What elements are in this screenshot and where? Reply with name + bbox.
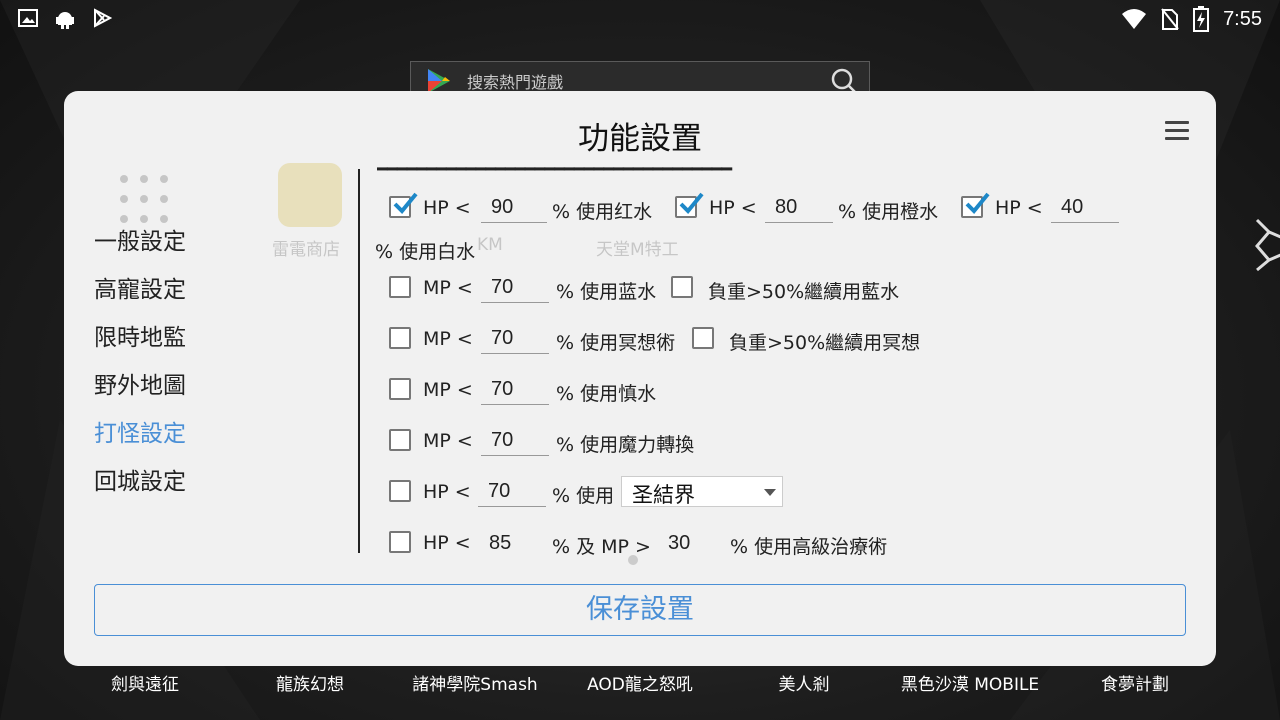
greater-heal-hp-value[interactable]: 85 bbox=[489, 532, 511, 555]
blue-potion-checkbox[interactable] bbox=[389, 276, 411, 298]
floating-handle-icon[interactable] bbox=[1255, 218, 1280, 272]
ghost-store-icon bbox=[278, 163, 342, 227]
dock-app-label: AOD龍之怒吼 bbox=[587, 675, 693, 695]
dock-app-label: 黑色沙漠 MOBILE bbox=[900, 675, 1040, 695]
nav-item-general[interactable]: 一般設定 bbox=[94, 221, 186, 269]
mana-convert-checkbox[interactable] bbox=[389, 429, 411, 451]
mana-convert-label: % 使用魔力轉換 bbox=[556, 434, 695, 456]
blue-potion-overweight-label: 負重>50%繼續用藍水 bbox=[708, 281, 900, 303]
meditation-overweight-label: 負重>50%繼續用冥想 bbox=[729, 332, 921, 354]
page-indicator-dot bbox=[628, 555, 638, 565]
hp-label: HP < bbox=[423, 532, 471, 554]
ghost-app-label: 雷電商店 bbox=[272, 240, 340, 260]
greater-heal-checkbox[interactable] bbox=[389, 531, 411, 553]
caution-potion-mp-input[interactable] bbox=[481, 375, 549, 405]
android-icon bbox=[56, 12, 74, 29]
skill-dropdown-value: 圣結界 bbox=[632, 483, 695, 507]
checkmark-icon bbox=[965, 192, 990, 214]
dock-app-label: 諸神學院Smash bbox=[412, 675, 538, 695]
greater-heal-label: % 使用高級治療術 bbox=[730, 536, 888, 558]
dock-app-label: 食夢計劃 bbox=[1101, 675, 1169, 695]
hamburger-menu-icon[interactable] bbox=[1165, 121, 1189, 141]
skill-hp-input[interactable] bbox=[478, 477, 546, 507]
use-label: % 使用 bbox=[552, 485, 615, 507]
and-mp-label: % 及 MP > bbox=[552, 536, 651, 558]
red-potion-hp-input[interactable] bbox=[481, 193, 547, 223]
meditation-overweight-checkbox[interactable] bbox=[692, 327, 714, 349]
settings-nav: 一般設定 高寵設定 限時地監 野外地圖 打怪設定 回城設定 bbox=[94, 221, 186, 509]
mp-label: MP < bbox=[423, 430, 473, 452]
dropdown-arrow-icon bbox=[764, 489, 776, 496]
mp-label: MP < bbox=[423, 379, 473, 401]
nav-divider bbox=[358, 169, 360, 553]
ghost-app-label: KM bbox=[477, 235, 503, 255]
hp-label: HP < bbox=[709, 197, 757, 219]
hp-label: HP < bbox=[423, 481, 471, 503]
blue-potion-mp-input[interactable] bbox=[481, 273, 549, 303]
red-potion-label: % 使用红水 bbox=[552, 201, 653, 223]
meditation-label: % 使用冥想術 bbox=[556, 332, 676, 354]
orange-potion-hp-input[interactable] bbox=[765, 193, 833, 223]
white-potion-hp-input[interactable] bbox=[1051, 193, 1119, 223]
settings-dialog: 雷電商店 KM 天堂M特工 功能設置 一般設定 高寵設定 限時地監 野外地圖 打… bbox=[64, 91, 1216, 666]
white-potion-label: % 使用白水 bbox=[375, 241, 476, 263]
checkmark-icon bbox=[393, 192, 418, 214]
orange-potion-checkbox[interactable] bbox=[675, 192, 704, 218]
section-separator: ━━━━━━━━━━━━━━━━━━━━━━━━━━━━━━━━━━━━ bbox=[377, 164, 732, 176]
status-bar: 7:55 bbox=[0, 0, 1280, 38]
red-potion-checkbox[interactable] bbox=[389, 192, 418, 218]
blue-potion-overweight-checkbox[interactable] bbox=[671, 276, 693, 298]
caution-potion-checkbox[interactable] bbox=[389, 378, 411, 400]
blue-potion-label: % 使用蓝水 bbox=[556, 281, 657, 303]
mp-label: MP < bbox=[423, 328, 473, 350]
play-store-icon bbox=[94, 8, 112, 28]
mana-convert-mp-input[interactable] bbox=[481, 426, 549, 456]
save-settings-button[interactable]: 保存設置 bbox=[94, 584, 1186, 636]
white-potion-checkbox[interactable] bbox=[961, 192, 990, 218]
orange-potion-label: % 使用橙水 bbox=[838, 201, 939, 223]
dialog-title: 功能設置 bbox=[578, 121, 702, 156]
checkmark-icon bbox=[679, 192, 704, 214]
dock-app-label: 龍族幻想 bbox=[276, 675, 344, 695]
hp-label: HP < bbox=[995, 197, 1043, 219]
meditation-mp-input[interactable] bbox=[481, 324, 549, 354]
nav-item-pet[interactable]: 高寵設定 bbox=[94, 269, 186, 317]
wifi-icon bbox=[1122, 9, 1147, 29]
gallery-icon bbox=[18, 9, 38, 27]
greater-heal-mp-value[interactable]: 30 bbox=[668, 532, 690, 555]
ghost-app-label: 天堂M特工 bbox=[596, 240, 679, 260]
meditation-checkbox[interactable] bbox=[389, 327, 411, 349]
skill-dropdown[interactable]: 圣結界 bbox=[621, 476, 783, 507]
nav-item-return-town[interactable]: 回城設定 bbox=[94, 461, 186, 509]
search-placeholder: 搜索熱門遊戲 bbox=[467, 73, 564, 92]
mp-label: MP < bbox=[423, 277, 473, 299]
no-sim-icon bbox=[1161, 8, 1179, 30]
nav-item-combat[interactable]: 打怪設定 bbox=[94, 413, 186, 461]
clock: 7:55 bbox=[1223, 7, 1262, 30]
nav-item-field-map[interactable]: 野外地圖 bbox=[94, 365, 186, 413]
battery-charging-icon bbox=[1193, 6, 1210, 32]
hp-label: HP < bbox=[423, 197, 471, 219]
nav-item-timed-dungeon[interactable]: 限時地監 bbox=[94, 317, 186, 365]
caution-potion-label: % 使用慎水 bbox=[556, 383, 657, 405]
skill-select-checkbox[interactable] bbox=[389, 480, 411, 502]
dock-app-label: 劍與遠征 bbox=[111, 675, 179, 695]
dock-app-label: 美人剎 bbox=[778, 675, 830, 695]
